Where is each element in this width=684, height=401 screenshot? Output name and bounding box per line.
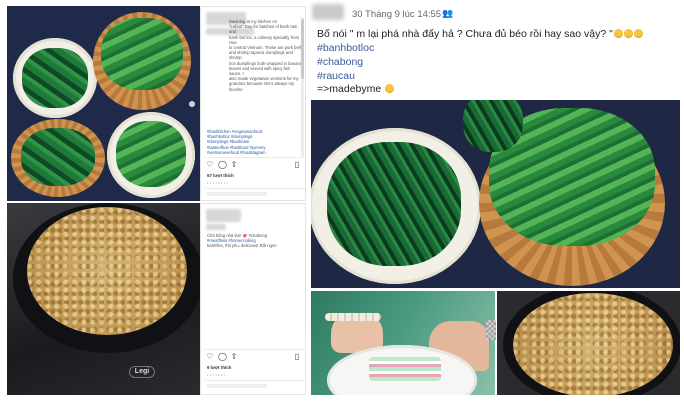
blurred-avatar-2 — [206, 224, 226, 230]
bowl-top-left — [13, 38, 97, 118]
heart-icon[interactable]: ♡ — [206, 161, 214, 169]
hashtag-banhbotloc[interactable]: #banhbotloc — [317, 42, 374, 54]
emoji-icon — [623, 29, 633, 38]
ig-post-1-caption: Dawning at my kitchen on "Lebon" Day for… — [229, 19, 303, 92]
ig-post-2-panel: Chà bông nhà làm 🐙 #chabong #meatfloss #… — [200, 203, 306, 395]
fb-pan — [503, 291, 680, 395]
comment-icon-2[interactable]: ◯ — [218, 353, 227, 361]
caption-scroll-thumb[interactable] — [301, 19, 304, 79]
fb-bowl — [311, 128, 481, 284]
ig-post-1-likes[interactable]: 57 lượt thích — [207, 173, 234, 178]
add-comment-placeholder[interactable] — [207, 192, 267, 196]
blurred-username-2 — [206, 209, 241, 222]
fb-avatar-blur — [312, 4, 344, 20]
fb-meat-floss — [513, 293, 673, 395]
fb-dessert-photo[interactable] — [311, 291, 495, 395]
ig-post-1-hashtags: #foodkitchen #vegetarianfood #banhbotloc… — [207, 129, 266, 155]
bookmark-icon-2[interactable]: ▯ — [293, 353, 301, 361]
ig-post-2-caption: Chà bông nhà làm 🐙 #chabong #meatfloss #… — [207, 233, 277, 249]
ig-post-2-photo[interactable]: Legi — [7, 203, 200, 395]
ig-post-1-timestamp: • • • • • • • • — [207, 181, 229, 185]
bracelet — [325, 313, 381, 321]
ig-post-2-likes[interactable]: 9 lượt thích — [207, 365, 231, 370]
bookmark-icon[interactable]: ▯ — [293, 161, 301, 169]
friends-icon: 👥 — [442, 8, 454, 18]
ig-post-1-photo[interactable] — [7, 6, 200, 201]
add-comment-placeholder-2[interactable] — [207, 384, 267, 388]
bowl-bottom-right — [107, 112, 195, 198]
share-icon[interactable]: ⇧ — [230, 161, 238, 169]
emoji-icon — [633, 29, 643, 38]
emoji-icon — [613, 29, 623, 38]
fb-post-signoff: =>madebyme — [317, 83, 395, 95]
ig-post-2-timestamp: • • • • • • • — [207, 373, 226, 377]
frying-pan — [13, 203, 200, 353]
hashtag-raucau[interactable]: #raucau — [317, 70, 355, 82]
comment-icon[interactable]: ◯ — [218, 161, 227, 169]
fb-post-timestamp[interactable]: 30 Tháng 9 lúc 14:55 — [352, 9, 441, 20]
laughing-emoji-icon — [385, 84, 395, 93]
fb-post-line-1: Bố nói " m lại phá nhà đấy hả ? Chưa đủ … — [317, 28, 643, 40]
layer-jelly — [369, 357, 441, 381]
share-icon-2[interactable]: ⇧ — [230, 353, 238, 361]
next-arrow-icon[interactable] — [189, 101, 195, 107]
fb-main-photo[interactable] — [311, 100, 680, 288]
stove-logo: Legi — [129, 366, 155, 378]
heart-icon-2[interactable]: ♡ — [206, 353, 214, 361]
hashtag-chabong[interactable]: #chabong — [317, 56, 363, 68]
basket-bottom-left — [11, 119, 105, 197]
fb-floss-photo[interactable] — [497, 291, 680, 395]
basket-top-right — [93, 12, 191, 110]
meat-floss — [27, 207, 187, 335]
pixelated-watermark — [486, 320, 496, 340]
ig-post-1-panel: Dawning at my kitchen on "Lebon" Day for… — [200, 6, 306, 201]
